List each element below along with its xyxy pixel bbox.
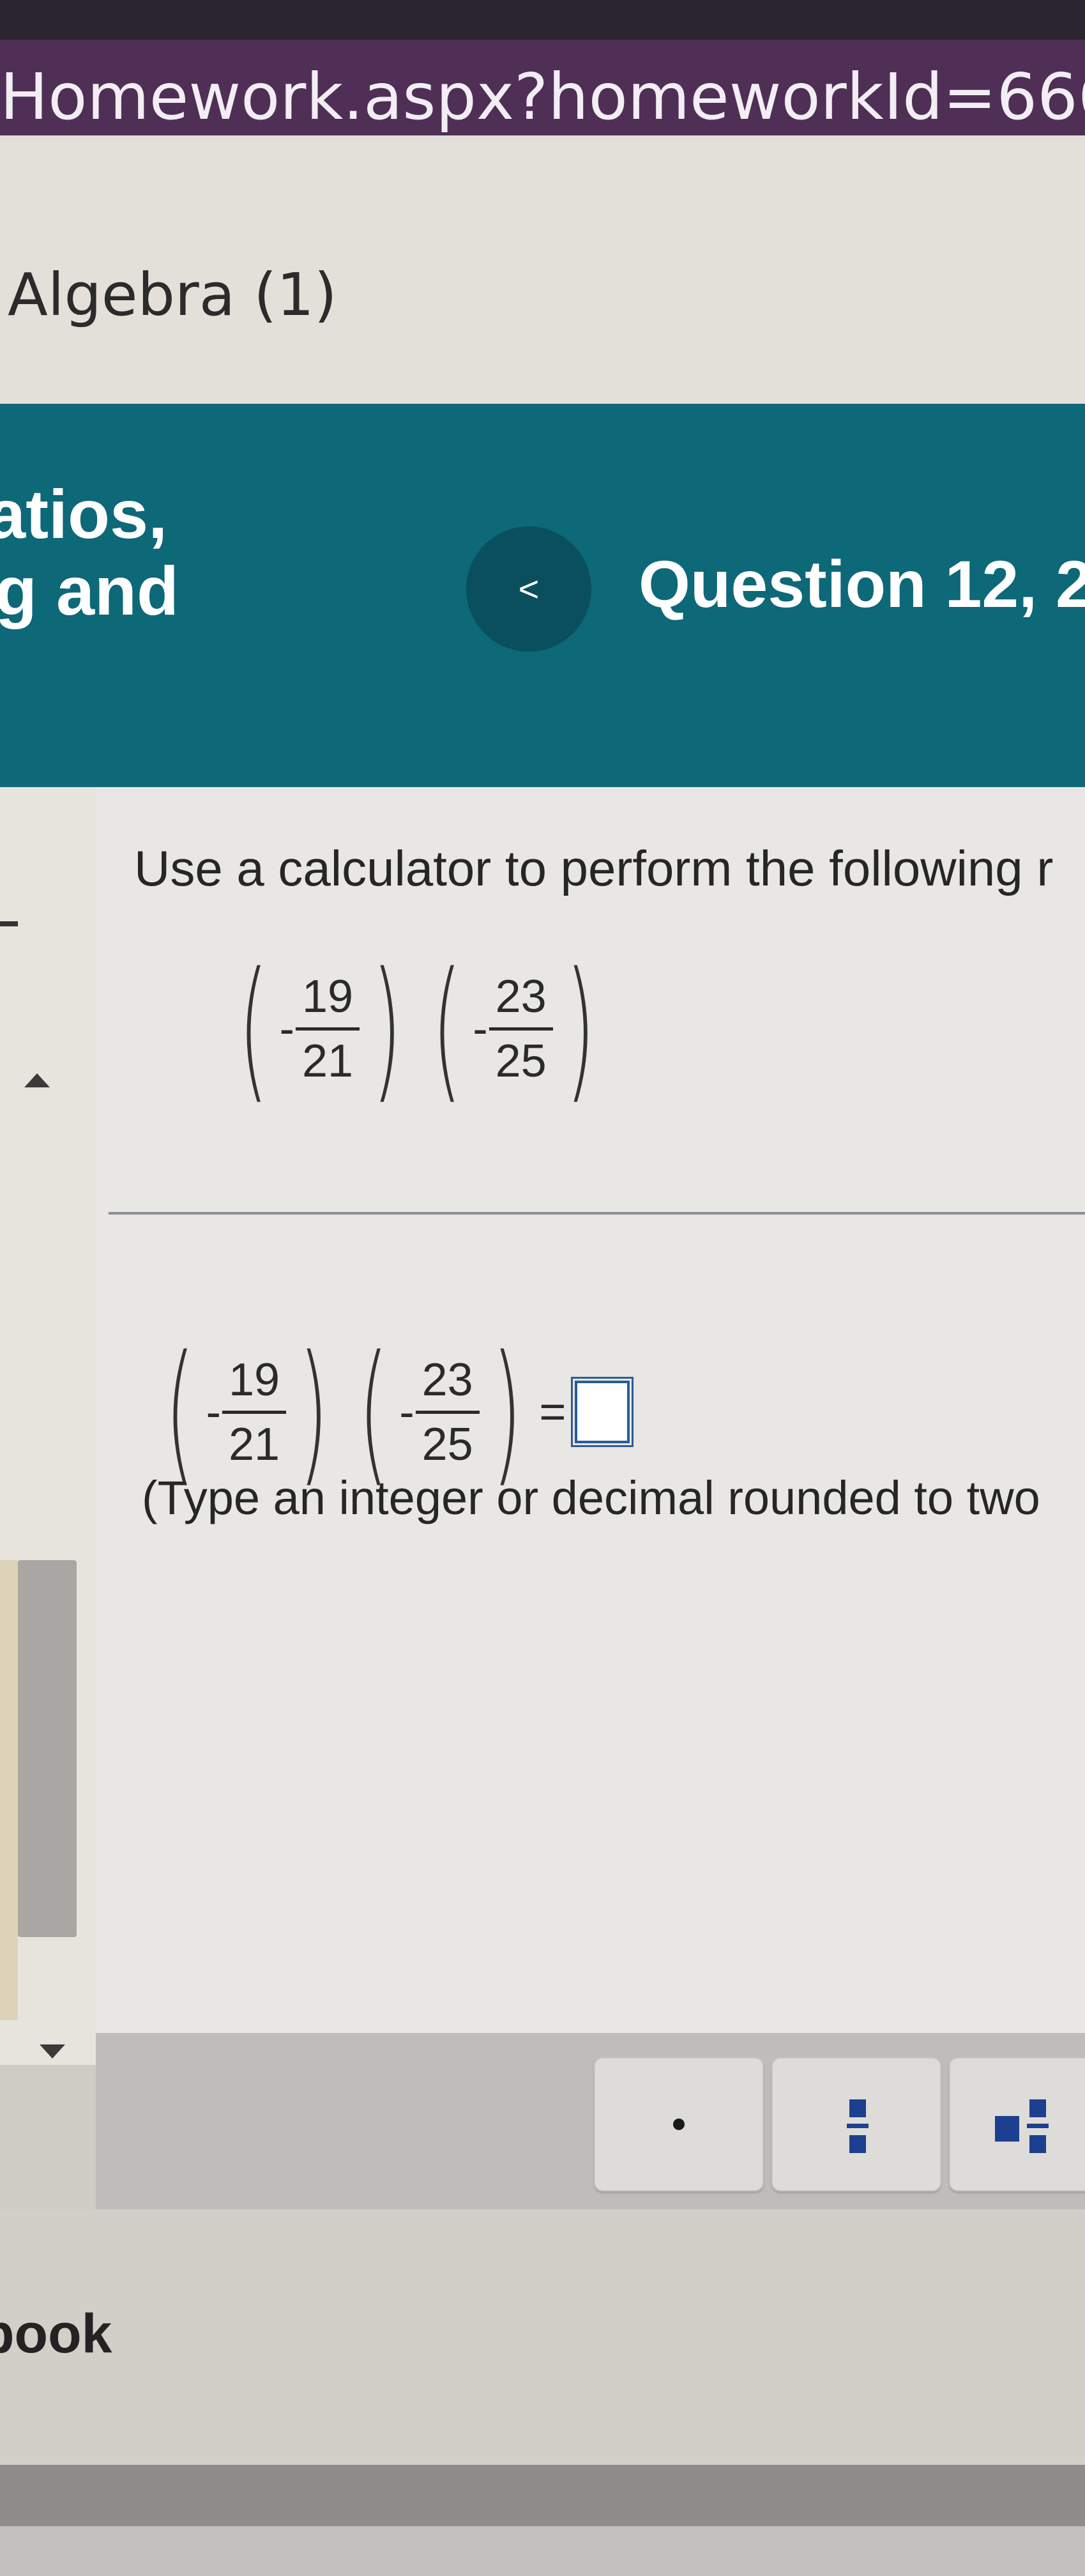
address-bar[interactable]: Homework.aspx?homeworkId=666002947& [0, 40, 1085, 135]
fraction: 19 21 [222, 1353, 287, 1471]
section-title-line1: atios, [0, 475, 168, 553]
fraction: 23 25 [489, 970, 553, 1088]
url-text: Homework.aspx?homeworkId=666002947& [0, 59, 1085, 134]
denominator: 21 [228, 1418, 280, 1470]
numerator: 19 [295, 970, 360, 1031]
right-paren: ) [372, 939, 402, 1118]
sidebar-link-ebook[interactable]: book [0, 2305, 112, 2363]
problem-expression: ( - 19 21 ) ( - 23 25 ) [224, 952, 610, 1105]
fraction-button[interactable] [771, 2057, 941, 2191]
left-paren: ( [238, 939, 269, 1118]
numerator: 23 [415, 1353, 480, 1414]
sidebar-bottom: book [0, 2209, 1085, 2465]
previous-question-button[interactable]: < [466, 526, 591, 652]
question-instruction: Use a calculator to perform the followin… [134, 840, 1054, 896]
fraction: 19 21 [295, 970, 360, 1088]
left-paren: ( [358, 1322, 388, 1501]
left-paren: ( [165, 1322, 195, 1501]
denominator: 21 [301, 1035, 354, 1087]
bottom-band [0, 2465, 1085, 2576]
sidebar-divider [0, 921, 18, 926]
sidebar-highlight [0, 1560, 18, 2020]
denominator: 25 [495, 1035, 547, 1087]
course-bar: Algebra (1) [0, 135, 1085, 404]
left-paren: ( [432, 939, 462, 1118]
minus-sign: - [279, 1004, 294, 1054]
decimal-button[interactable] [594, 2057, 764, 2191]
numerator: 19 [222, 1353, 287, 1414]
question-title: Question 12, 2 [639, 548, 1085, 622]
course-title: Algebra (1) [8, 261, 337, 329]
equals-sign: = [539, 1386, 566, 1438]
right-paren: ) [492, 1322, 522, 1501]
numerator: 23 [489, 970, 553, 1031]
right-paren: ) [565, 939, 595, 1118]
question-content: Use a calculator to perform the followin… [96, 787, 1085, 2033]
question-header: atios, g and < Question 12, 2 [0, 404, 1085, 787]
minus-sign: - [206, 1387, 221, 1437]
section-title-line2: g and [0, 552, 179, 629]
chevron-left-icon: < [518, 569, 540, 609]
fraction-icon [847, 2093, 869, 2159]
scrollbar-thumb[interactable] [18, 1560, 77, 1937]
scroll-down-arrow-icon[interactable] [40, 2044, 65, 2058]
scroll-up-arrow-icon[interactable] [24, 1073, 50, 1087]
divider [109, 1212, 1085, 1215]
answer-hint: (Type an integer or decimal rounded to t… [142, 1471, 1040, 1524]
mixed-number-button[interactable] [949, 2057, 1085, 2191]
denominator: 25 [421, 1418, 473, 1470]
answer-input[interactable] [571, 1377, 634, 1447]
math-palette [96, 2033, 1085, 2209]
mixed-number-icon [995, 2093, 1065, 2159]
minus-sign: - [399, 1387, 414, 1437]
answer-expression: ( - 19 21 ) ( - 23 25 ) = [150, 1322, 634, 1501]
fraction: 23 25 [415, 1353, 480, 1471]
bottom-strip [0, 2526, 1085, 2576]
minus-sign: - [473, 1004, 488, 1054]
sidebar [0, 787, 96, 2065]
browser-top-bar [0, 0, 1085, 40]
decimal-icon [673, 2119, 685, 2130]
right-paren: ) [298, 1322, 329, 1501]
